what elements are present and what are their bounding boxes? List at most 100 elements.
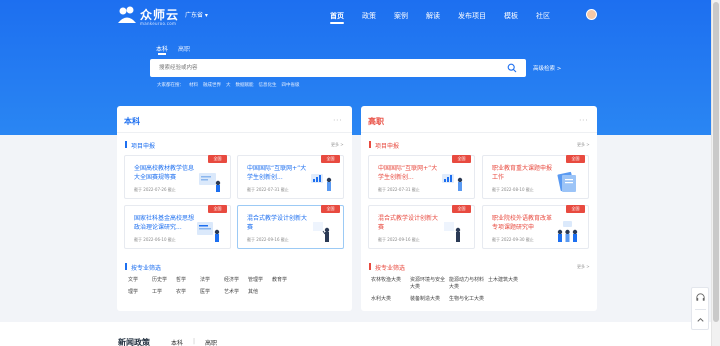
search-box <box>150 59 526 77</box>
major-tag[interactable]: 文学 <box>128 276 150 283</box>
back-to-top-icon[interactable] <box>695 315 706 326</box>
project-deadline: 截于 2022-09-16 截止 <box>378 237 420 242</box>
major-tag[interactable]: 土木建筑大类 <box>488 276 526 290</box>
section-marker <box>369 263 371 270</box>
region-selector[interactable]: 广东省 ▾ <box>185 10 208 19</box>
nav-active-indicator <box>330 22 344 24</box>
project-title: 职业教育重大课题申报工作 <box>492 165 552 181</box>
major-tag[interactable]: 艺术学 <box>224 288 246 295</box>
nav-interpretation[interactable]: 解读 <box>426 11 440 21</box>
page-scrollbar[interactable] <box>711 0 720 346</box>
hot-searches: 大家都在搜： 材料 融成世界 大 数据赋能 信息化生 四中省级 <box>157 82 305 88</box>
major-tag[interactable]: 农林牧渔大类 <box>371 276 409 290</box>
floating-toolbar <box>691 287 709 330</box>
project-card[interactable]: 混合式教学设计创新大赛 截于 2022-09-16 截止 全国 <box>368 205 475 249</box>
section-marker <box>369 141 371 148</box>
team-illustration-icon <box>557 221 578 242</box>
news-tab-gaozhi[interactable]: 高职 <box>205 338 217 346</box>
scrollbar-thumb[interactable] <box>713 2 719 322</box>
project-card[interactable]: 国家社科基金高校思想政治理论课研究... 截于 2022-06-10 截止 全国 <box>124 205 231 249</box>
gaozhi-more-button[interactable]: ··· <box>579 116 588 125</box>
project-deadline: 截于 2022-09-30 截止 <box>492 237 534 242</box>
project-card[interactable]: 中国国际“互联网+”大学生创新创... 截于 2022-07-31 截止 全国 <box>237 155 344 199</box>
project-deadline: 截于 2022-06-10 截止 <box>134 237 176 242</box>
benke-project-more-link[interactable]: 更多 > <box>331 142 344 148</box>
divider <box>695 309 706 310</box>
major-tag[interactable]: 理学 <box>128 288 150 295</box>
nav-cases[interactable]: 案例 <box>394 11 408 21</box>
search-tabs: 本科 高职 <box>156 44 200 53</box>
major-tag[interactable]: 装备制造大类 <box>410 295 448 302</box>
project-tag-badge: 全国 <box>452 155 471 163</box>
project-card[interactable]: 中国国际“互联网+”大学生创新创... 截于 2022-07-31 截止 全国 <box>368 155 475 199</box>
major-tag[interactable]: 教育学 <box>272 276 294 283</box>
project-deadline: 截于 2022-07-26 截止 <box>134 187 176 192</box>
hot-searches-label: 大家都在搜： <box>157 83 184 88</box>
nav-publish-project[interactable]: 发布项目 <box>458 11 486 21</box>
person-with-charts-illustration-icon <box>442 174 463 191</box>
search-tab-gaozhi[interactable]: 高职 <box>178 44 190 53</box>
hot-search-item[interactable]: 数据赋能 <box>236 82 254 88</box>
major-tag[interactable]: 经济学 <box>224 276 246 283</box>
major-tag[interactable]: 生物与化工大类 <box>449 295 487 302</box>
project-title: 中国国际“互联网+”大学生创新创... <box>247 165 307 181</box>
major-tag[interactable]: 农学 <box>176 288 198 295</box>
brand-domain: mankeuroo.com <box>140 21 177 26</box>
hot-search-item[interactable]: 材料 <box>189 82 198 88</box>
project-tag-badge: 全国 <box>566 155 585 163</box>
project-deadline: 截于 2022-07-31 截止 <box>378 187 420 192</box>
section-marker <box>125 263 127 270</box>
project-tag-badge: 全国 <box>566 205 585 213</box>
top-nav: 众师云 mankeuroo.com 广东省 ▾ 首页 政策 案例 解读 发布项目… <box>0 0 711 32</box>
project-card[interactable]: 混合式教学设计创新大赛 截于 2022-09-16 截止 全国 <box>237 205 344 249</box>
search-input[interactable] <box>159 63 489 73</box>
divider <box>117 132 352 133</box>
headset-icon[interactable] <box>695 292 706 303</box>
project-card[interactable]: 全国高校教材教学信息大全国赛规等赛 截于 2022-07-26 截止 全国 <box>124 155 231 199</box>
nav-community[interactable]: 社区 <box>536 11 550 21</box>
nav-home[interactable]: 首页 <box>330 11 344 21</box>
major-tag[interactable]: 资源环境与安全大类 <box>410 276 448 290</box>
gaozhi-project-more-link[interactable]: 更多 > <box>577 142 590 148</box>
major-tag[interactable]: 工学 <box>152 288 174 295</box>
project-deadline: 截于 2022-09-16 截止 <box>247 237 289 242</box>
major-tag[interactable]: 其他 <box>248 288 270 295</box>
benke-more-button[interactable]: ··· <box>333 116 342 125</box>
avatar[interactable] <box>586 9 597 20</box>
project-deadline: 截于 2022-07-31 截止 <box>247 187 289 192</box>
gaozhi-majors-heading: 按专业筛选 <box>375 265 406 272</box>
project-card[interactable]: 职业院校外语教育改革专项课题研究申 截于 2022-09-30 截止 全国 <box>482 205 589 249</box>
person-at-board-illustration-icon <box>199 173 221 192</box>
project-tag-badge: 全国 <box>321 205 340 213</box>
nav-templates[interactable]: 模板 <box>504 11 518 21</box>
major-tag[interactable]: 能源动力与材料大类 <box>449 276 487 290</box>
person-with-charts-illustration-icon <box>311 174 332 191</box>
news-tab-benke[interactable]: 本科 <box>171 338 183 346</box>
project-title: 混合式教学设计创新大赛 <box>247 215 307 231</box>
benke-majors-list: 文学 历史学 哲学 法学 经济学 管理学 教育学 理学 工学 农学 医学 艺术学… <box>128 276 294 295</box>
hot-search-item[interactable]: 信息化生 <box>259 82 277 88</box>
benke-majors-heading: 按专业筛选 <box>131 265 162 272</box>
major-tag[interactable]: 历史学 <box>152 276 174 283</box>
project-title: 国家社科基金高校思想政治理论课研究... <box>134 215 194 231</box>
gaozhi-majors-list: 农林牧渔大类 资源环境与安全大类 能源动力与材料大类 土木建筑大类 水利大类 装… <box>371 276 526 302</box>
major-tag[interactable]: 水利大类 <box>371 295 409 302</box>
major-tag[interactable]: 医学 <box>200 288 222 295</box>
hot-search-item[interactable]: 大 <box>226 82 231 88</box>
hot-search-item[interactable]: 四中省级 <box>282 82 300 88</box>
search-icon[interactable] <box>507 63 517 73</box>
logo-icon[interactable] <box>117 6 137 24</box>
gaozhi-project-heading: 项目申报 <box>375 143 400 150</box>
nav-policy[interactable]: 政策 <box>362 11 376 21</box>
benke-card-title: 本科 <box>124 117 140 126</box>
project-card[interactable]: 职业教育重大课题申报工作 截于 2022-08-10 截止 全国 <box>482 155 589 199</box>
gaozhi-majors-more-link[interactable]: 更多 > <box>577 264 590 270</box>
project-title: 职业院校外语教育改革专项课题研究申 <box>492 215 552 231</box>
major-tag[interactable]: 管理学 <box>248 276 270 283</box>
hot-search-item[interactable]: 融成世界 <box>203 82 221 88</box>
advanced-search-link[interactable]: 高级检索 > <box>533 64 561 72</box>
main-nav: 首页 政策 案例 解读 发布项目 模板 社区 <box>330 11 568 21</box>
major-tag[interactable]: 法学 <box>200 276 222 283</box>
search-tab-benke[interactable]: 本科 <box>156 44 168 53</box>
major-tag[interactable]: 哲学 <box>176 276 198 283</box>
